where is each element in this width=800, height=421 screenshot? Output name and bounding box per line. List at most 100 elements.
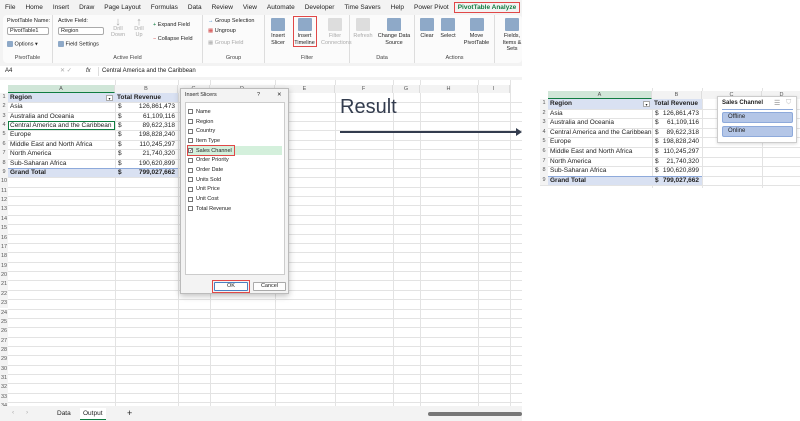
- cancel-button[interactable]: Cancel: [253, 282, 286, 291]
- row-header[interactable]: 2: [540, 108, 548, 119]
- change-data-source-button[interactable]: Change Data Source: [375, 18, 413, 46]
- help-button[interactable]: ?: [257, 92, 260, 98]
- collapse-field-button[interactable]: − Collapse Field: [153, 36, 193, 42]
- slicer-field-region[interactable]: Region: [188, 117, 282, 127]
- row-header[interactable]: 7: [0, 149, 8, 159]
- row-header[interactable]: 4: [0, 121, 8, 131]
- formula-input[interactable]: Central America and the Caribbean: [98, 67, 518, 76]
- row-header[interactable]: 2: [0, 102, 8, 112]
- column-header-b[interactable]: B: [652, 91, 702, 99]
- checkbox[interactable]: [188, 128, 193, 134]
- menu-help[interactable]: Help: [386, 4, 409, 11]
- filter-dropdown-button[interactable]: ▾: [643, 101, 650, 107]
- menu-time-savers[interactable]: Time Savers: [339, 4, 385, 11]
- checkbox[interactable]: [188, 177, 193, 183]
- field-settings-button[interactable]: Field Settings: [58, 41, 99, 47]
- column-header-i[interactable]: I: [478, 85, 510, 93]
- menu-view[interactable]: View: [238, 4, 262, 11]
- row-header[interactable]: 31: [0, 374, 8, 384]
- clear-button[interactable]: Clear: [418, 18, 436, 40]
- slicer-item-online[interactable]: Online: [722, 126, 793, 137]
- active-field-input[interactable]: Region: [58, 27, 104, 35]
- row-header[interactable]: 6: [540, 147, 548, 157]
- row-header[interactable]: 21: [0, 280, 8, 290]
- row-header[interactable]: 3: [0, 111, 8, 122]
- next-sheet-icon[interactable]: ›: [26, 409, 28, 416]
- menu-draw[interactable]: Draw: [74, 4, 99, 11]
- column-header-a[interactable]: A: [548, 91, 652, 99]
- menu-pivottable-analyze[interactable]: PivotTable Analyze: [453, 2, 521, 13]
- row-header[interactable]: 32: [0, 383, 8, 393]
- menu-data[interactable]: Data: [183, 4, 207, 11]
- slicer-field-unit-cost[interactable]: Unit Cost: [188, 194, 282, 204]
- prev-sheet-icon[interactable]: ‹: [12, 409, 14, 416]
- row-header[interactable]: 19: [0, 261, 8, 272]
- row-header[interactable]: 8: [540, 166, 548, 176]
- checkbox[interactable]: [188, 157, 193, 163]
- sheet-tab-output[interactable]: Output: [80, 408, 106, 420]
- checkbox[interactable]: [188, 109, 193, 115]
- menu-page-layout[interactable]: Page Layout: [99, 4, 146, 11]
- row-header[interactable]: 30: [0, 364, 8, 375]
- slicer-field-order-date[interactable]: Order Date: [188, 165, 282, 175]
- column-header-h[interactable]: H: [420, 85, 478, 93]
- row-header[interactable]: 5: [540, 137, 548, 147]
- row-header[interactable]: 20: [0, 271, 8, 281]
- selected-cell[interactable]: [8, 121, 115, 131]
- row-header[interactable]: 16: [0, 233, 8, 243]
- row-header[interactable]: 18: [0, 252, 8, 262]
- row-header[interactable]: 28: [0, 345, 8, 356]
- row-header[interactable]: 17: [0, 242, 8, 253]
- horizontal-scrollbar[interactable]: [428, 412, 522, 416]
- drill-up-button[interactable]: ↑ Drill Up: [131, 17, 147, 39]
- row-header[interactable]: 33: [0, 392, 8, 403]
- row-header[interactable]: 6: [0, 139, 8, 150]
- multi-select-icon[interactable]: ☰: [774, 99, 780, 107]
- move-pivottable-button[interactable]: Move PivotTable: [460, 18, 493, 46]
- checkbox[interactable]: [188, 167, 193, 173]
- menu-insert[interactable]: Insert: [48, 4, 74, 11]
- fields-items-sets-button[interactable]: Fields, Items & Sets: [497, 18, 522, 53]
- slicer-field-units-sold[interactable]: Units Sold: [188, 175, 282, 185]
- row-header[interactable]: 23: [0, 299, 8, 309]
- row-header[interactable]: 26: [0, 327, 8, 337]
- menu-developer[interactable]: Developer: [300, 4, 340, 11]
- clear-filter-icon[interactable]: ⛉: [786, 99, 791, 107]
- menu-design[interactable]: Design: [520, 4, 522, 11]
- filter-dropdown-button[interactable]: ▾: [106, 95, 113, 101]
- row-header[interactable]: 24: [0, 308, 8, 318]
- row-header[interactable]: 29: [0, 355, 8, 365]
- refresh-button[interactable]: Refresh: [353, 18, 373, 40]
- menu-file[interactable]: File: [0, 4, 20, 11]
- slicer-field-country[interactable]: Country: [188, 126, 282, 136]
- column-header-b[interactable]: B: [115, 85, 178, 93]
- row-header[interactable]: 14: [0, 214, 8, 225]
- slicer-field-order-priority[interactable]: Order Priority: [188, 156, 282, 166]
- grand-total-label[interactable]: Grand Total: [10, 168, 46, 179]
- row-header[interactable]: 9: [0, 167, 8, 178]
- row-header[interactable]: 25: [0, 317, 8, 328]
- slicer-item-offline[interactable]: Offline: [722, 112, 793, 123]
- row-header[interactable]: 9: [540, 175, 548, 186]
- sheet-tab-data[interactable]: Data: [57, 410, 71, 417]
- options-button[interactable]: Options ▾: [7, 41, 38, 47]
- group-field-button[interactable]: ▦ Group Field: [208, 40, 243, 46]
- filter-connections-button[interactable]: Filter Connections: [321, 18, 352, 46]
- select-button[interactable]: Select: [439, 18, 457, 40]
- checkbox[interactable]: [188, 206, 193, 212]
- expand-field-button[interactable]: + Expand Field: [153, 22, 190, 28]
- slicer-field-name[interactable]: Name: [188, 107, 282, 117]
- slicer-field-total-revenue[interactable]: Total Revenue: [188, 204, 282, 214]
- menu-formulas[interactable]: Formulas: [146, 4, 183, 11]
- checkbox[interactable]: [188, 138, 193, 144]
- insert-slicer-button[interactable]: Insert Slicer: [268, 18, 288, 46]
- slicer-field-unit-price[interactable]: Unit Price: [188, 185, 282, 195]
- row-header[interactable]: 10: [0, 177, 8, 187]
- row-header[interactable]: 3: [540, 118, 548, 128]
- row-header[interactable]: 11: [0, 186, 8, 197]
- row-header[interactable]: 7: [540, 156, 548, 167]
- checkbox[interactable]: [188, 119, 193, 125]
- column-header-f[interactable]: F: [335, 85, 393, 93]
- checkbox[interactable]: [188, 186, 193, 192]
- pivottable-name-input[interactable]: PivotTable1: [7, 27, 49, 35]
